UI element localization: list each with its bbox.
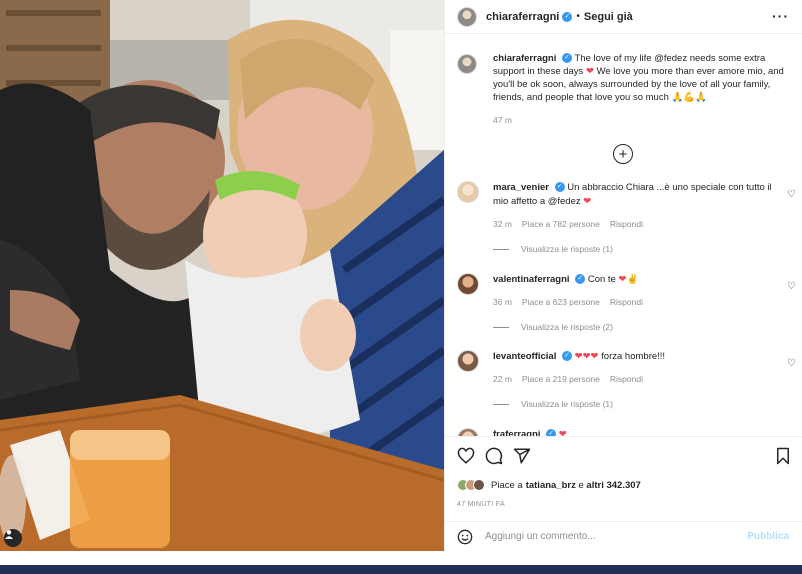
likes-middle: e bbox=[575, 479, 587, 491]
comment-username[interactable]: levanteofficial bbox=[493, 351, 556, 362]
comment-emoji: ❤✌ bbox=[618, 274, 639, 285]
verified-icon: ✓ bbox=[562, 53, 573, 64]
follow-button[interactable]: Segui già bbox=[584, 11, 633, 23]
verified-icon: ✓ bbox=[554, 182, 565, 193]
publish-button[interactable]: Pubblica bbox=[747, 531, 789, 542]
comment-icon[interactable] bbox=[485, 447, 503, 465]
comment-input[interactable] bbox=[485, 531, 748, 542]
likes-prefix: Piace a bbox=[491, 479, 523, 491]
bookmark-icon[interactable] bbox=[775, 447, 791, 465]
separator-dot: • bbox=[576, 11, 580, 22]
add-comment-bar: Pubblica bbox=[445, 521, 802, 551]
comment-emoji: ❤❤❤ bbox=[574, 351, 599, 362]
comment-like-icon[interactable]: ♡ bbox=[787, 358, 796, 369]
comment-text: forza hombre!!! bbox=[601, 351, 666, 362]
more-options-icon[interactable]: ··· bbox=[772, 8, 789, 24]
author-username[interactable]: chiaraferragni bbox=[486, 11, 559, 23]
bottom-stripe bbox=[0, 565, 802, 574]
likes-others[interactable]: altri 342.307 bbox=[586, 480, 640, 491]
comment-text: Con te bbox=[587, 274, 616, 285]
caption-time: 47 m bbox=[493, 115, 512, 125]
caption-username[interactable]: chiaraferragni bbox=[493, 53, 556, 64]
view-replies-button[interactable]: Visualizza le risposte (1) bbox=[493, 244, 802, 254]
comment-like-icon[interactable]: ♡ bbox=[787, 281, 796, 292]
post-panel: chiaraferragni ✓ • Segui già ··· chiaraf… bbox=[444, 0, 802, 551]
comment-time: 32 m bbox=[493, 219, 512, 229]
user-tag-button[interactable] bbox=[4, 529, 22, 547]
comment-likes[interactable]: Piace a 219 persone bbox=[522, 372, 600, 386]
verified-icon: ✓ bbox=[562, 351, 572, 362]
action-bar: Piace a tatiana_brz e altri 342.307 47 M… bbox=[445, 436, 802, 516]
comment-likes[interactable]: Piace a 782 persone bbox=[522, 217, 600, 231]
comment: levanteofficial ✓ ❤❤❤ forza hombre!!! 22… bbox=[457, 350, 802, 409]
post-header: chiaraferragni ✓ • Segui già ··· bbox=[445, 0, 802, 34]
reply-button[interactable]: Rispondi bbox=[610, 372, 643, 386]
caption-emoji: 🙏💪🙏 bbox=[671, 92, 708, 103]
comment-avatar[interactable] bbox=[457, 181, 479, 203]
comment-time: 36 m bbox=[493, 297, 512, 307]
share-icon[interactable] bbox=[513, 447, 531, 465]
comment: mara_venier ✓ Un abbraccio Chiara ...è u… bbox=[457, 181, 802, 254]
likes-user[interactable]: tatiana_brz bbox=[526, 480, 576, 491]
likes-summary[interactable]: Piace a tatiana_brz e altri 342.307 bbox=[457, 479, 641, 491]
verified-icon: ✓ bbox=[562, 11, 573, 22]
author-avatar[interactable] bbox=[457, 6, 477, 27]
reply-button[interactable]: Rispondi bbox=[610, 217, 643, 231]
view-replies-button[interactable]: Visualizza le risposte (1) bbox=[493, 399, 802, 409]
comment-avatar[interactable] bbox=[457, 273, 479, 295]
reply-button[interactable]: Rispondi bbox=[610, 295, 643, 309]
comment-likes[interactable]: Piace a 623 persone bbox=[522, 295, 600, 309]
comment: valentinaferragni ✓ Con te ❤✌ 36 m Piace… bbox=[457, 273, 802, 332]
emoji-icon[interactable] bbox=[457, 529, 473, 545]
view-replies-button[interactable]: Visualizza le risposte (2) bbox=[493, 322, 802, 332]
post-image bbox=[0, 0, 444, 551]
caption-avatar[interactable] bbox=[457, 54, 477, 74]
comment-like-icon[interactable]: ♡ bbox=[787, 189, 796, 200]
comment-emoji: ❤ bbox=[583, 196, 592, 207]
comment-avatar[interactable] bbox=[457, 350, 479, 372]
likers-avatars bbox=[457, 479, 485, 491]
load-more-comments-button[interactable]: + bbox=[613, 144, 633, 164]
comment-username[interactable]: valentinaferragni bbox=[493, 274, 570, 285]
heart-icon[interactable] bbox=[457, 447, 475, 465]
comment-time: 22 m bbox=[493, 374, 512, 384]
comment-username[interactable]: mara_venier bbox=[493, 182, 549, 193]
post-photo[interactable] bbox=[0, 0, 444, 551]
user-icon bbox=[5, 530, 13, 539]
post-time: 47 MINUTI FA bbox=[457, 501, 505, 508]
bottom-frame bbox=[0, 551, 802, 574]
heart-emoji: ❤ bbox=[585, 66, 594, 77]
verified-icon: ✓ bbox=[575, 274, 586, 285]
caption: chiaraferragni ✓ The love of my life @fe… bbox=[457, 52, 792, 127]
